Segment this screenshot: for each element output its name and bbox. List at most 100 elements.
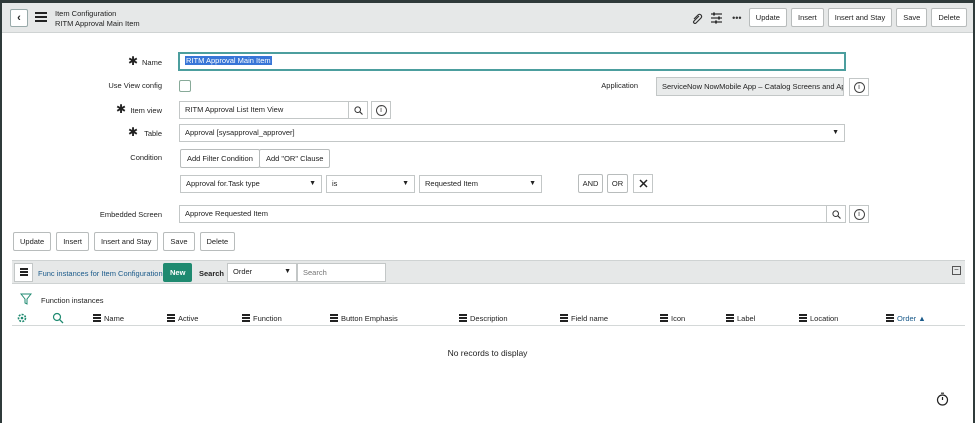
name-label: Name [141, 58, 162, 67]
condition-field-value: Approval for.Task type [186, 179, 260, 188]
table-select[interactable]: Approval [sysapproval_approver] [179, 124, 845, 142]
breadcrumb[interactable]: Function instances [41, 296, 104, 305]
settings-sliders-icon[interactable] [709, 9, 725, 27]
search-icon[interactable] [52, 312, 64, 324]
item-view-info-button[interactable]: i [371, 101, 391, 119]
form-header: ‹ Item Configuration RITM Approval Main … [2, 3, 973, 33]
column-header-name[interactable]: Name [93, 314, 124, 323]
context-menu-icon[interactable] [35, 12, 47, 22]
bottom-delete-button[interactable]: Delete [199, 232, 236, 251]
filter-icon[interactable] [20, 293, 32, 305]
search-label: Search [199, 269, 225, 278]
search-field-value: Order [233, 267, 253, 276]
application-label: Application [601, 81, 638, 90]
form-subtitle-text: RITM Approval Main Item [55, 19, 140, 28]
embedded-screen-lookup-button[interactable] [826, 205, 846, 223]
search-icon [831, 209, 841, 219]
column-menu-icon [560, 314, 568, 323]
column-header-function[interactable]: Function [242, 314, 282, 323]
insert-button[interactable]: Insert [790, 8, 824, 27]
item-view-input[interactable]: RITM Approval List Item View [179, 101, 349, 119]
back-button[interactable]: ‹ [10, 9, 28, 27]
embedded-screen-input[interactable]: Approve Requested Item [179, 205, 827, 223]
update-button[interactable]: Update [748, 8, 787, 27]
column-label: Description [470, 314, 508, 323]
info-icon: i [853, 81, 865, 93]
bottom-update-button[interactable]: Update [13, 232, 52, 251]
related-list-title[interactable]: Func instances for Item Configuration [38, 269, 163, 278]
condition-value-select[interactable]: Requested Item [419, 175, 542, 193]
column-menu-icon [330, 314, 338, 323]
or-button[interactable]: OR [607, 174, 628, 193]
column-header-label[interactable]: Label [726, 314, 755, 323]
add-filter-condition-button[interactable]: Add Filter Condition [180, 149, 260, 168]
hamburger-icon [19, 268, 28, 277]
close-icon [638, 179, 648, 188]
condition-label: Condition [130, 153, 162, 162]
required-asterisk-icon: ✱ [128, 54, 139, 68]
column-header-active[interactable]: Active [167, 314, 198, 323]
header-divider [12, 325, 965, 326]
column-header-description[interactable]: Description [459, 314, 508, 323]
chevron-left-icon: ‹ [17, 12, 21, 24]
list-menu-button[interactable] [14, 263, 33, 282]
paperclip-icon[interactable] [689, 9, 705, 27]
column-menu-icon [726, 314, 734, 323]
column-menu-icon [93, 314, 101, 323]
embedded-screen-info-button[interactable]: i [849, 205, 869, 223]
save-button[interactable]: Save [896, 8, 928, 27]
delete-button[interactable]: Delete [931, 8, 967, 27]
condition-operator-select[interactable]: is [326, 175, 415, 193]
required-asterisk-icon: ✱ [116, 102, 127, 116]
column-menu-icon [459, 314, 467, 323]
column-menu-icon [799, 314, 807, 323]
column-label: Button Emphasis [341, 314, 398, 323]
name-input[interactable]: RITM Approval Main Item [178, 52, 846, 71]
search-icon [353, 105, 363, 115]
form-title: Item Configuration RITM Approval Main It… [55, 9, 140, 29]
table-label: Table [144, 129, 162, 138]
bottom-save-button[interactable]: Save [163, 232, 195, 251]
and-button[interactable]: AND [578, 174, 603, 193]
new-button[interactable]: New [163, 263, 193, 282]
column-header-button-emphasis[interactable]: Button Emphasis [330, 314, 398, 323]
column-label: Icon [671, 314, 686, 323]
item-view-lookup-button[interactable] [348, 101, 368, 119]
stopwatch-icon[interactable] [936, 392, 949, 406]
search-input[interactable] [297, 263, 386, 282]
column-menu-icon [886, 314, 894, 323]
collapse-icon[interactable]: – [952, 266, 961, 275]
bottom-insert-and-stay-button[interactable]: Insert and Stay [93, 232, 159, 251]
column-label: Order ▲ [897, 314, 926, 323]
column-label: Function [253, 314, 282, 323]
more-options-icon[interactable]: ••• [729, 9, 745, 27]
column-menu-icon [242, 314, 250, 323]
add-or-clause-button[interactable]: Add "OR" Clause [259, 149, 331, 168]
related-list-header: Func instances for Item Configuration Ne… [12, 260, 965, 284]
column-header-order[interactable]: Order ▲ [886, 314, 926, 323]
condition-operator-value: is [332, 179, 338, 188]
condition-field-select[interactable]: Approval for.Task type [180, 175, 322, 193]
form-title-text: Item Configuration [55, 9, 117, 18]
column-label: Name [104, 314, 125, 323]
table-select-value: Approval [sysapproval_approver] [185, 128, 295, 137]
application-info-button[interactable]: i [849, 78, 869, 96]
remove-condition-button[interactable] [633, 174, 653, 193]
info-icon: i [375, 104, 387, 116]
use-view-config-checkbox[interactable] [179, 80, 191, 92]
column-label: Field name [571, 314, 609, 323]
gear-icon[interactable] [16, 312, 28, 324]
item-view-label: Item view [130, 106, 162, 115]
column-menu-icon [660, 314, 668, 323]
column-header-field-name[interactable]: Field name [560, 314, 608, 323]
header-actions: ••• Update Insert Insert and Stay Save D… [689, 8, 967, 27]
search-field-select[interactable]: Order [227, 263, 297, 282]
form-bottom-actions: Update Insert Insert and Stay Save Delet… [13, 232, 236, 251]
column-header-icon[interactable]: Icon [660, 314, 685, 323]
insert-and-stay-button[interactable]: Insert and Stay [827, 8, 893, 27]
required-asterisk-icon: ✱ [128, 125, 139, 139]
embedded-screen-label: Embedded Screen [99, 210, 162, 219]
bottom-insert-button[interactable]: Insert [56, 232, 89, 251]
condition-value-value: Requested Item [425, 179, 478, 188]
column-header-location[interactable]: Location [799, 314, 838, 323]
